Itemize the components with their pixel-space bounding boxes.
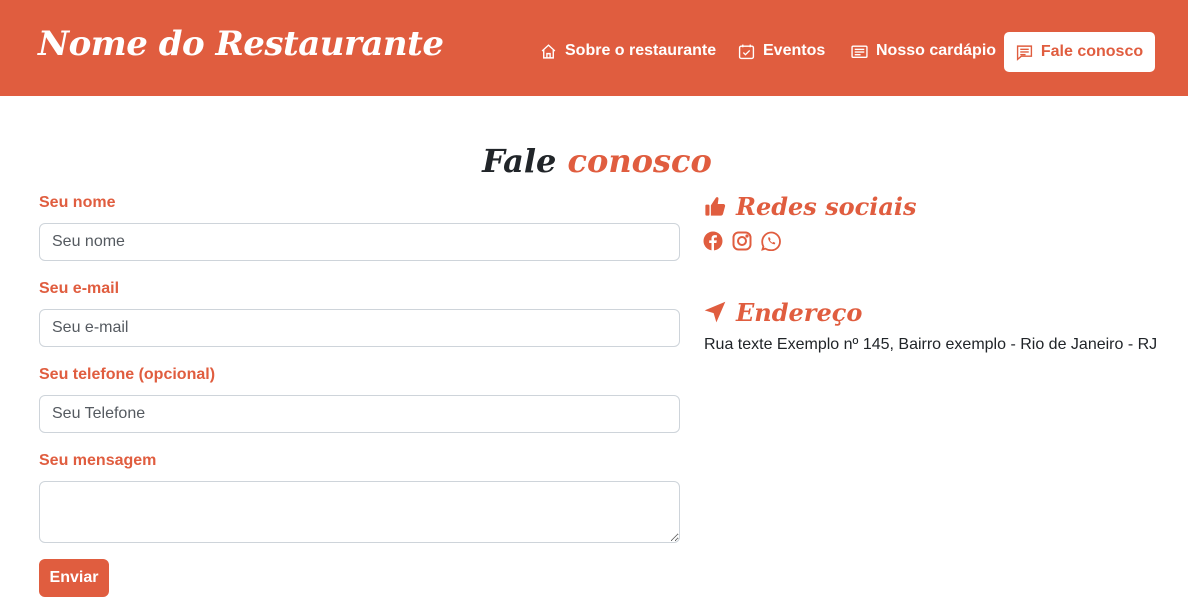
nav-item-cardapio[interactable]: Nosso cardápio xyxy=(851,40,996,62)
calendar-check-icon xyxy=(738,44,755,59)
phone-label: Seu telefone (opcional) xyxy=(39,366,216,383)
nav-item-fale-conosco[interactable]: Fale conosco xyxy=(1004,32,1155,72)
message-textarea[interactable] xyxy=(39,481,680,543)
name-input[interactable] xyxy=(39,223,680,261)
address-heading-text: Endereço xyxy=(736,297,863,327)
page-title-part2: conosco xyxy=(567,142,712,180)
chat-text-icon xyxy=(1016,44,1032,61)
name-label: Seu nome xyxy=(39,194,116,211)
nav-item-label: Fale conosco xyxy=(1040,43,1144,60)
nav-item-label: Nosso cardápio xyxy=(876,42,997,59)
instagram-icon[interactable] xyxy=(732,231,752,251)
social-icons xyxy=(703,231,781,251)
navbar: Nome do Restaurante Sobre o restaurante … xyxy=(0,0,1188,96)
social-heading: Redes sociais xyxy=(704,190,917,222)
email-label: Seu e-mail xyxy=(39,280,120,297)
email-input[interactable] xyxy=(39,309,680,347)
address-text: Rua texte Exemplo nº 145, Bairro exemplo… xyxy=(704,336,1158,353)
address-heading: Endereço xyxy=(704,296,862,328)
phone-input[interactable] xyxy=(39,395,680,433)
nav-item-label: Eventos xyxy=(763,42,826,59)
facebook-icon[interactable] xyxy=(703,231,723,251)
nav-item-sobre[interactable]: Sobre o restaurante xyxy=(540,40,716,62)
whatsapp-icon[interactable] xyxy=(761,231,781,251)
social-heading-text: Redes sociais xyxy=(736,191,917,221)
thumbs-up-icon xyxy=(705,197,726,216)
card-text-icon xyxy=(851,44,868,58)
location-arrow-icon xyxy=(704,301,726,323)
brand-logo[interactable]: Nome do Restaurante xyxy=(38,24,444,64)
page-title-part1: Fale xyxy=(482,142,557,180)
submit-button[interactable]: Enviar xyxy=(39,559,109,597)
nav-item-label: Sobre o restaurante xyxy=(565,42,717,59)
nav-item-eventos[interactable]: Eventos xyxy=(738,40,825,62)
message-label: Seu mensagem xyxy=(39,452,157,469)
page-title: Fale conosco xyxy=(0,142,1188,180)
house-icon xyxy=(541,43,556,59)
